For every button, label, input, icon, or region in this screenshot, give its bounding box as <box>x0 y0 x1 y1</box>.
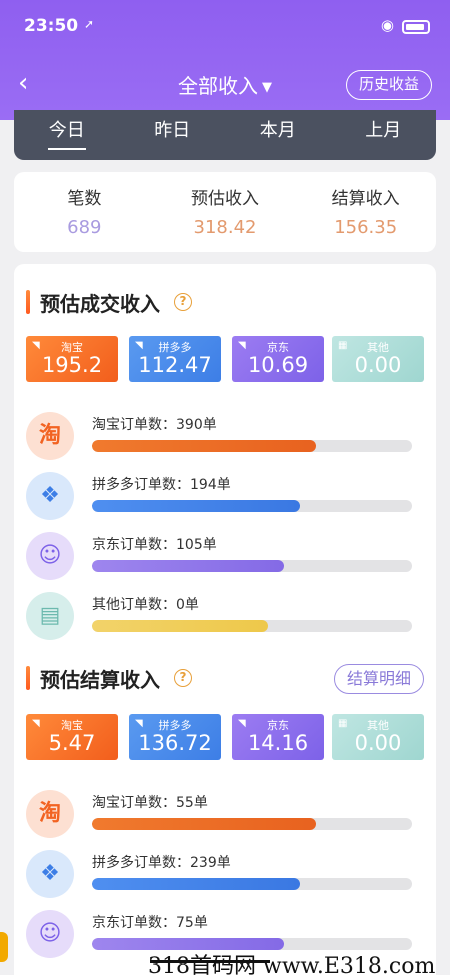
summary-estimated: 预估收入 318.42 <box>155 172 296 252</box>
platform-value: 195.2 <box>41 353 103 377</box>
summary-label: 笔数 <box>67 189 102 209</box>
page-title: 全部收入 <box>178 74 258 98</box>
summary-count: 笔数 689 <box>14 172 155 252</box>
progress-fill <box>92 560 284 572</box>
order-count-label: 淘宝订单数：55单 <box>92 795 208 811</box>
clipboard-icon: ▤ <box>26 592 74 640</box>
section-title: 预估结算收入 <box>40 668 160 692</box>
pinduoduo-icon: ❖ <box>26 472 74 520</box>
order-row-other: ▤ 其他订单数：0单 <box>26 590 424 642</box>
wifi-icon: ◉ <box>380 16 394 34</box>
progress-fill <box>92 878 300 890</box>
estimated-platform-row: ◥ 淘宝 195.2 ◥ 拼多多 112.47 ◥ 京东 10.69 ▦ 其他 … <box>26 336 424 382</box>
section-accent-bar <box>26 290 30 314</box>
order-row-taobao: 淘 淘宝订单数：390单 <box>26 410 424 462</box>
platform-value: 14.16 <box>247 731 309 755</box>
progress-track <box>92 818 412 830</box>
platform-value: 10.69 <box>247 353 309 377</box>
summary-settled: 结算收入 156.35 <box>295 172 436 252</box>
platform-tile-other[interactable]: ▦ 其他 0.00 <box>332 714 424 760</box>
order-row-jd: ☺ 京东订单数：105单 <box>26 530 424 582</box>
section-title: 预估成交收入 <box>40 292 160 316</box>
summary-value: 156.35 <box>334 217 398 238</box>
pinduoduo-icon: ❖ <box>26 850 74 898</box>
progress-fill <box>92 440 316 452</box>
progress-track <box>92 878 412 890</box>
tab-yesterday[interactable]: 昨日 <box>120 110 226 160</box>
order-count-label: 京东订单数：75单 <box>92 915 208 931</box>
order-row-pinduoduo: ❖ 拼多多订单数：239单 <box>26 848 424 900</box>
location-icon: ➚ <box>84 17 95 31</box>
settlement-detail-button[interactable]: 结算明细 <box>333 664 424 694</box>
battery-icon <box>402 20 430 34</box>
platform-value: 112.47 <box>138 353 212 377</box>
tab-this-month[interactable]: 本月 <box>225 110 331 160</box>
section-accent-bar <box>26 666 30 690</box>
history-earnings-button[interactable]: 历史收益 <box>345 70 432 100</box>
platform-tile-pinduoduo[interactable]: ◥ 拼多多 112.47 <box>129 336 221 382</box>
progress-fill <box>92 818 316 830</box>
summary-label: 结算收入 <box>331 189 400 209</box>
estimated-section-header: 预估成交收入 ? <box>26 286 326 318</box>
status-time: 23:50 <box>24 16 79 36</box>
platform-tile-jd[interactable]: ◥ 京东 10.69 <box>232 336 324 382</box>
order-count-label: 拼多多订单数：194单 <box>92 477 231 493</box>
tab-last-month[interactable]: 上月 <box>331 110 437 160</box>
platform-tile-taobao[interactable]: ◥ 淘宝 195.2 <box>26 336 118 382</box>
header-bar: 23:50 ➚ ◉ ‹ 全部收入 ▼ 历史收益 <box>0 0 450 120</box>
income-card: 预估成交收入 ? ◥ 淘宝 195.2 ◥ 拼多多 112.47 ◥ 京东 10… <box>14 264 436 975</box>
order-row-taobao: 淘 淘宝订单数：55单 <box>26 788 424 840</box>
order-count-label: 淘宝订单数：390单 <box>92 417 217 433</box>
jd-icon: ☺ <box>26 910 74 958</box>
order-count-label: 京东订单数：105单 <box>92 537 217 553</box>
platform-value: 136.72 <box>138 731 212 755</box>
progress-track <box>92 620 412 632</box>
platform-tile-jd[interactable]: ◥ 京东 14.16 <box>232 714 324 760</box>
progress-fill <box>92 500 300 512</box>
watermark-text: 318首码网 www.E318.com <box>148 954 436 975</box>
platform-tile-other[interactable]: ▦ 其他 0.00 <box>332 336 424 382</box>
taobao-icon: 淘 <box>26 790 74 838</box>
summary-label: 预估收入 <box>191 189 259 209</box>
platform-value: 5.47 <box>48 731 96 755</box>
order-count-label: 其他订单数：0单 <box>92 597 199 613</box>
summary-value: 689 <box>67 217 102 238</box>
progress-track <box>92 500 412 512</box>
platform-value: 0.00 <box>354 731 402 755</box>
summary-value: 318.42 <box>193 217 257 238</box>
progress-fill <box>92 620 268 632</box>
jd-icon: ☺ <box>26 532 74 580</box>
progress-track <box>92 440 412 452</box>
help-icon[interactable]: ? <box>174 293 192 311</box>
period-tabs: 今日 昨日 本月 上月 <box>14 110 436 160</box>
taobao-icon: 淘 <box>26 412 74 460</box>
floating-side-tab[interactable] <box>0 932 8 962</box>
settlement-section-header: 预估结算收入 ? <box>26 662 326 694</box>
settlement-platform-row: ◥ 淘宝 5.47 ◥ 拼多多 136.72 ◥ 京东 14.16 ▦ 其他 0… <box>26 714 424 760</box>
chevron-down-icon: ▼ <box>262 80 272 95</box>
platform-value: 0.00 <box>354 353 402 377</box>
summary-card: 笔数 689 预估收入 318.42 结算收入 156.35 <box>14 172 436 252</box>
platform-tile-pinduoduo[interactable]: ◥ 拼多多 136.72 <box>129 714 221 760</box>
order-count-label: 拼多多订单数：239单 <box>92 855 231 871</box>
order-row-pinduoduo: ❖ 拼多多订单数：194单 <box>26 470 424 522</box>
status-bar: 23:50 ➚ ◉ <box>24 16 430 40</box>
help-icon[interactable]: ? <box>174 669 192 687</box>
platform-tile-taobao[interactable]: ◥ 淘宝 5.47 <box>26 714 118 760</box>
progress-track <box>92 560 412 572</box>
nav-bar: ‹ 全部收入 ▼ 历史收益 <box>0 64 450 104</box>
tab-today[interactable]: 今日 <box>14 110 120 160</box>
